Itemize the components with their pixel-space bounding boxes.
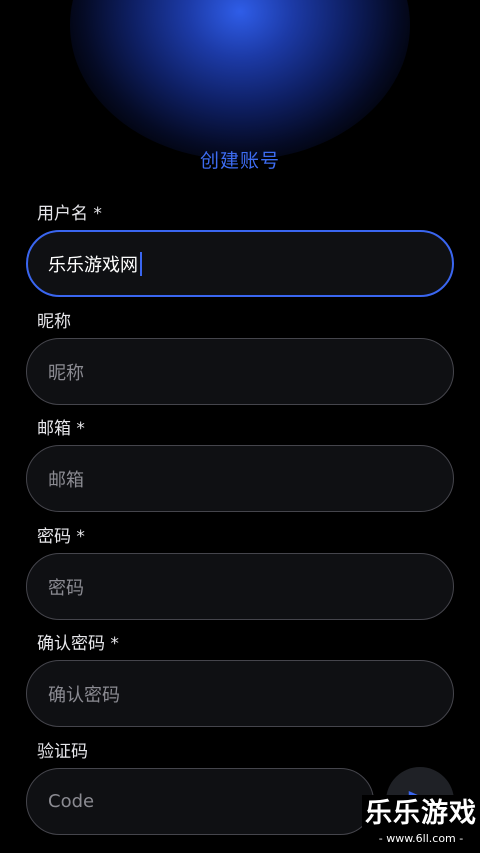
confirm-password-placeholder: 确认密码	[48, 684, 120, 706]
nickname-label: 昵称	[37, 312, 71, 332]
password-field[interactable]: 密码	[26, 553, 454, 620]
confirm-password-field[interactable]: 确认密码	[26, 660, 454, 727]
verification-code-placeholder: Code	[48, 791, 95, 812]
password-placeholder: 密码	[48, 577, 84, 599]
verification-code-field[interactable]: Code	[26, 768, 374, 835]
username-field[interactable]: 乐乐游戏网	[26, 230, 454, 297]
verification-code-label: 验证码	[37, 742, 88, 762]
nickname-field[interactable]: 昵称	[26, 338, 454, 405]
confirm-password-label: 确认密码 *	[37, 634, 119, 654]
signup-screen: 创建账号 用户名 * 乐乐游戏网 昵称 昵称 邮箱 * 邮箱 密码 * 密码 确…	[0, 0, 480, 853]
email-field[interactable]: 邮箱	[26, 445, 454, 512]
email-placeholder: 邮箱	[48, 469, 84, 491]
watermark: 乐乐游戏 - www.6ll.com -	[362, 795, 480, 853]
watermark-title: 乐乐游戏	[365, 798, 477, 829]
watermark-url: - www.6ll.com -	[378, 832, 464, 845]
password-label: 密码 *	[37, 527, 85, 547]
username-value: 乐乐游戏网	[48, 254, 138, 276]
header-glow	[70, 0, 410, 160]
nickname-placeholder: 昵称	[48, 362, 84, 384]
username-label: 用户名 *	[37, 204, 102, 224]
email-label: 邮箱 *	[37, 419, 85, 439]
text-caret	[140, 251, 142, 276]
page-title: 创建账号	[199, 150, 280, 172]
